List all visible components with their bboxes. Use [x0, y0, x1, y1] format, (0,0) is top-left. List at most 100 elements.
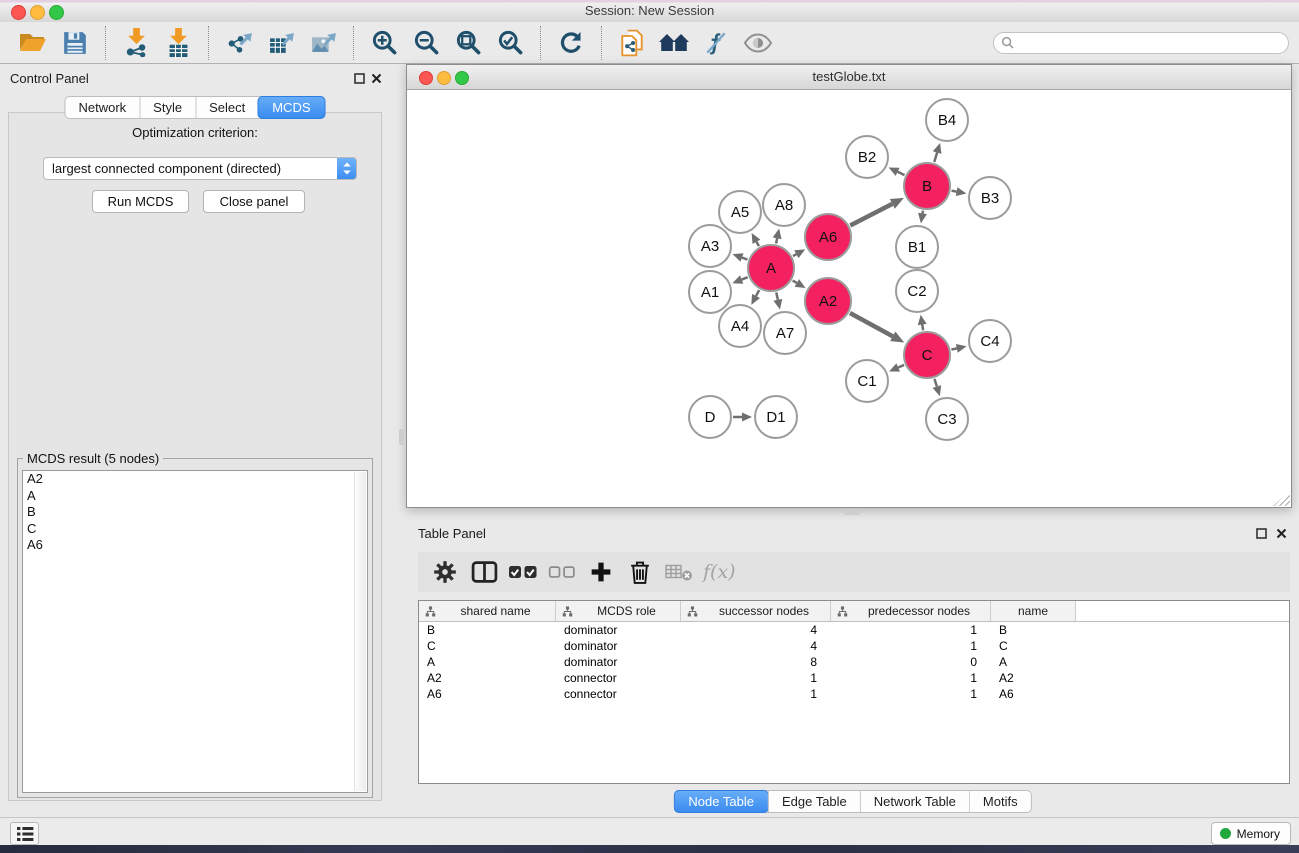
tab-network-table[interactable]: Network Table [860, 791, 969, 812]
edge-C-C1[interactable] [898, 365, 904, 368]
result-item-a2[interactable]: A2 [23, 471, 367, 488]
refresh-icon[interactable] [552, 25, 590, 61]
column-header-shared-name[interactable]: shared name [419, 601, 556, 621]
table-row[interactable]: Adominator80A [419, 654, 1289, 670]
edge-A-A3[interactable] [742, 258, 747, 260]
edge-B-B4[interactable] [934, 153, 937, 163]
network-window-titlebar[interactable]: testGlobe.txt [407, 65, 1291, 90]
run-mcds-button[interactable]: Run MCDS [92, 190, 189, 213]
column-header-successor-nodes[interactable]: successor nodes [681, 601, 831, 621]
result-item-a6[interactable]: A6 [23, 537, 367, 554]
node-label-B: B [922, 178, 932, 195]
tab-mcds[interactable]: MCDS [257, 96, 325, 119]
export-table-icon[interactable] [262, 25, 300, 61]
edge-A-A8[interactable] [776, 238, 777, 243]
cell-predecessor-nodes: 1 [831, 687, 991, 701]
import-table-icon[interactable] [159, 25, 197, 61]
edge-A-A5[interactable] [756, 242, 758, 246]
clone-network-icon[interactable] [613, 25, 651, 61]
cell-predecessor-nodes: 1 [831, 671, 991, 685]
edge-A-A1[interactable] [742, 277, 748, 279]
node-label-D: D [705, 409, 716, 426]
cell-shared-name: A [419, 655, 556, 669]
edge-A-A7[interactable] [776, 292, 778, 299]
session-title: Session: New Session [0, 3, 1299, 18]
control-panel-float-icon[interactable] [353, 72, 365, 84]
table-panel-close-icon[interactable] [1275, 527, 1287, 539]
tab-motifs[interactable]: Motifs [969, 791, 1031, 812]
tab-node-table[interactable]: Node Table [673, 790, 769, 813]
desktop-vertical-scrollbar-thumb[interactable] [399, 429, 404, 445]
toolbar-separator [540, 26, 541, 60]
edge-C-C2[interactable] [922, 325, 923, 331]
add-icon[interactable] [584, 555, 618, 589]
toolbar-separator [105, 26, 106, 60]
fx-icon: f(x) [701, 555, 741, 589]
columns-icon[interactable] [467, 555, 501, 589]
export-image-icon[interactable] [304, 25, 342, 61]
save-icon[interactable] [56, 25, 94, 61]
node-label-B4: B4 [938, 112, 956, 129]
mcds-tab-content: Optimization criterion: largest connecte… [8, 112, 382, 801]
desktop-horizontal-scrollbar-thumb[interactable] [844, 510, 860, 515]
close-panel-button[interactable]: Close panel [203, 190, 305, 213]
open-folder-icon[interactable] [14, 25, 52, 61]
gear-icon[interactable] [428, 555, 462, 589]
edge-C-C4[interactable] [951, 348, 956, 349]
desktop-background-strip [0, 845, 1299, 853]
node-label-A8: A8 [775, 197, 793, 214]
eye-icon[interactable] [739, 25, 777, 61]
edge-A-A6[interactable] [793, 254, 796, 256]
zoom-selected-icon[interactable] [491, 25, 529, 61]
result-list-scrollbar[interactable] [354, 472, 366, 791]
edge-A6-B[interactable] [850, 204, 892, 226]
import-network-icon[interactable] [117, 25, 155, 61]
unselect-all-icon[interactable] [545, 555, 579, 589]
criterion-dropdown-value: largest connected component (directed) [44, 161, 337, 176]
edge-A-A2[interactable] [793, 281, 797, 283]
search-input[interactable] [1018, 35, 1288, 51]
tab-edge-table[interactable]: Edge Table [768, 791, 860, 812]
table-row[interactable]: A2connector11A2 [419, 670, 1289, 686]
trash-icon[interactable] [623, 555, 657, 589]
home-icon[interactable] [655, 25, 693, 61]
tab-style[interactable]: Style [139, 97, 195, 118]
column-header-name[interactable]: name [991, 601, 1076, 621]
column-header-mcds-role[interactable]: MCDS role [556, 601, 681, 621]
column-header-predecessor-nodes[interactable]: predecessor nodes [831, 601, 991, 621]
memory-button[interactable]: Memory [1211, 822, 1291, 845]
result-item-a[interactable]: A [23, 488, 367, 505]
tab-select[interactable]: Select [195, 97, 258, 118]
edge-A2-C[interactable] [850, 313, 893, 336]
control-panel-title: Control Panel [10, 71, 89, 86]
zoom-fit-icon[interactable] [449, 25, 487, 61]
edge-C-C3[interactable] [934, 379, 936, 387]
search-box[interactable] [993, 32, 1289, 54]
result-item-c[interactable]: C [23, 521, 367, 538]
mcds-result-list[interactable]: A2ABCA6 [22, 470, 368, 793]
table-panel-float-icon[interactable] [1255, 527, 1267, 539]
export-network-icon[interactable] [220, 25, 258, 61]
criterion-dropdown[interactable]: largest connected component (directed) [43, 157, 357, 180]
main-toolbar [0, 22, 1299, 64]
zoom-out-icon[interactable] [407, 25, 445, 61]
table-row[interactable]: A6connector11A6 [419, 686, 1289, 702]
edge-A-A4[interactable] [756, 290, 759, 296]
control-panel-close-icon[interactable] [370, 72, 382, 84]
select-all-icon[interactable] [506, 555, 540, 589]
task-history-button[interactable] [10, 822, 39, 845]
column-header-label: MCDS role [573, 604, 680, 618]
table-row[interactable]: Bdominator41B [419, 622, 1289, 638]
tab-network[interactable]: Network [65, 97, 139, 118]
network-graph-canvas[interactable]: B4B2BB3A5A8A6A3AB1A1C2A2A4A7C4CC1C3DD1 [407, 89, 1291, 507]
cell-name: B [991, 623, 1076, 637]
slashed-f-icon[interactable] [697, 25, 735, 61]
edge-B-B3[interactable] [952, 191, 957, 192]
table-row[interactable]: Cdominator41C [419, 638, 1289, 654]
result-item-b[interactable]: B [23, 504, 367, 521]
node-label-C4: C4 [980, 333, 999, 350]
column-header-icon [562, 606, 573, 617]
node-label-D1: D1 [766, 409, 785, 426]
zoom-in-icon[interactable] [365, 25, 403, 61]
edge-B-B2[interactable] [898, 172, 905, 175]
